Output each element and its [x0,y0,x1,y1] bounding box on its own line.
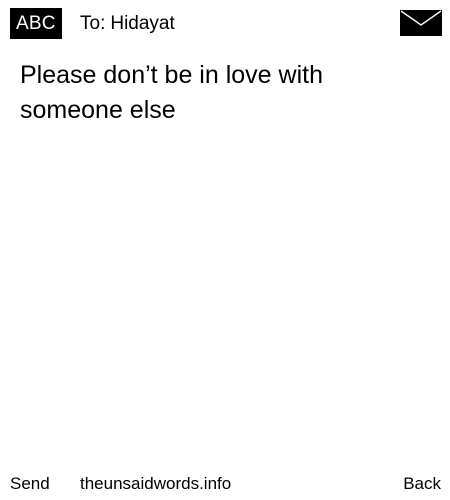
site-link[interactable]: theunsaidwords.info [80,470,231,498]
recipient-name: Hidayat [110,13,175,34]
softkey-bar: Send theunsaidwords.info Back [0,470,450,498]
recipient-prefix: To: [80,13,106,34]
envelope-icon [400,10,442,36]
send-button[interactable]: Send [10,470,50,498]
recipient-field[interactable]: To: Hidayat [80,8,175,39]
message-compose-screen: ABC To: Hidayat Please don’t be in love w… [0,0,450,500]
header-bar: ABC To: Hidayat [0,0,450,44]
message-body[interactable]: Please don’t be in love with someone els… [20,58,430,128]
back-button[interactable]: Back [403,470,441,498]
input-mode-badge: ABC [10,8,62,39]
